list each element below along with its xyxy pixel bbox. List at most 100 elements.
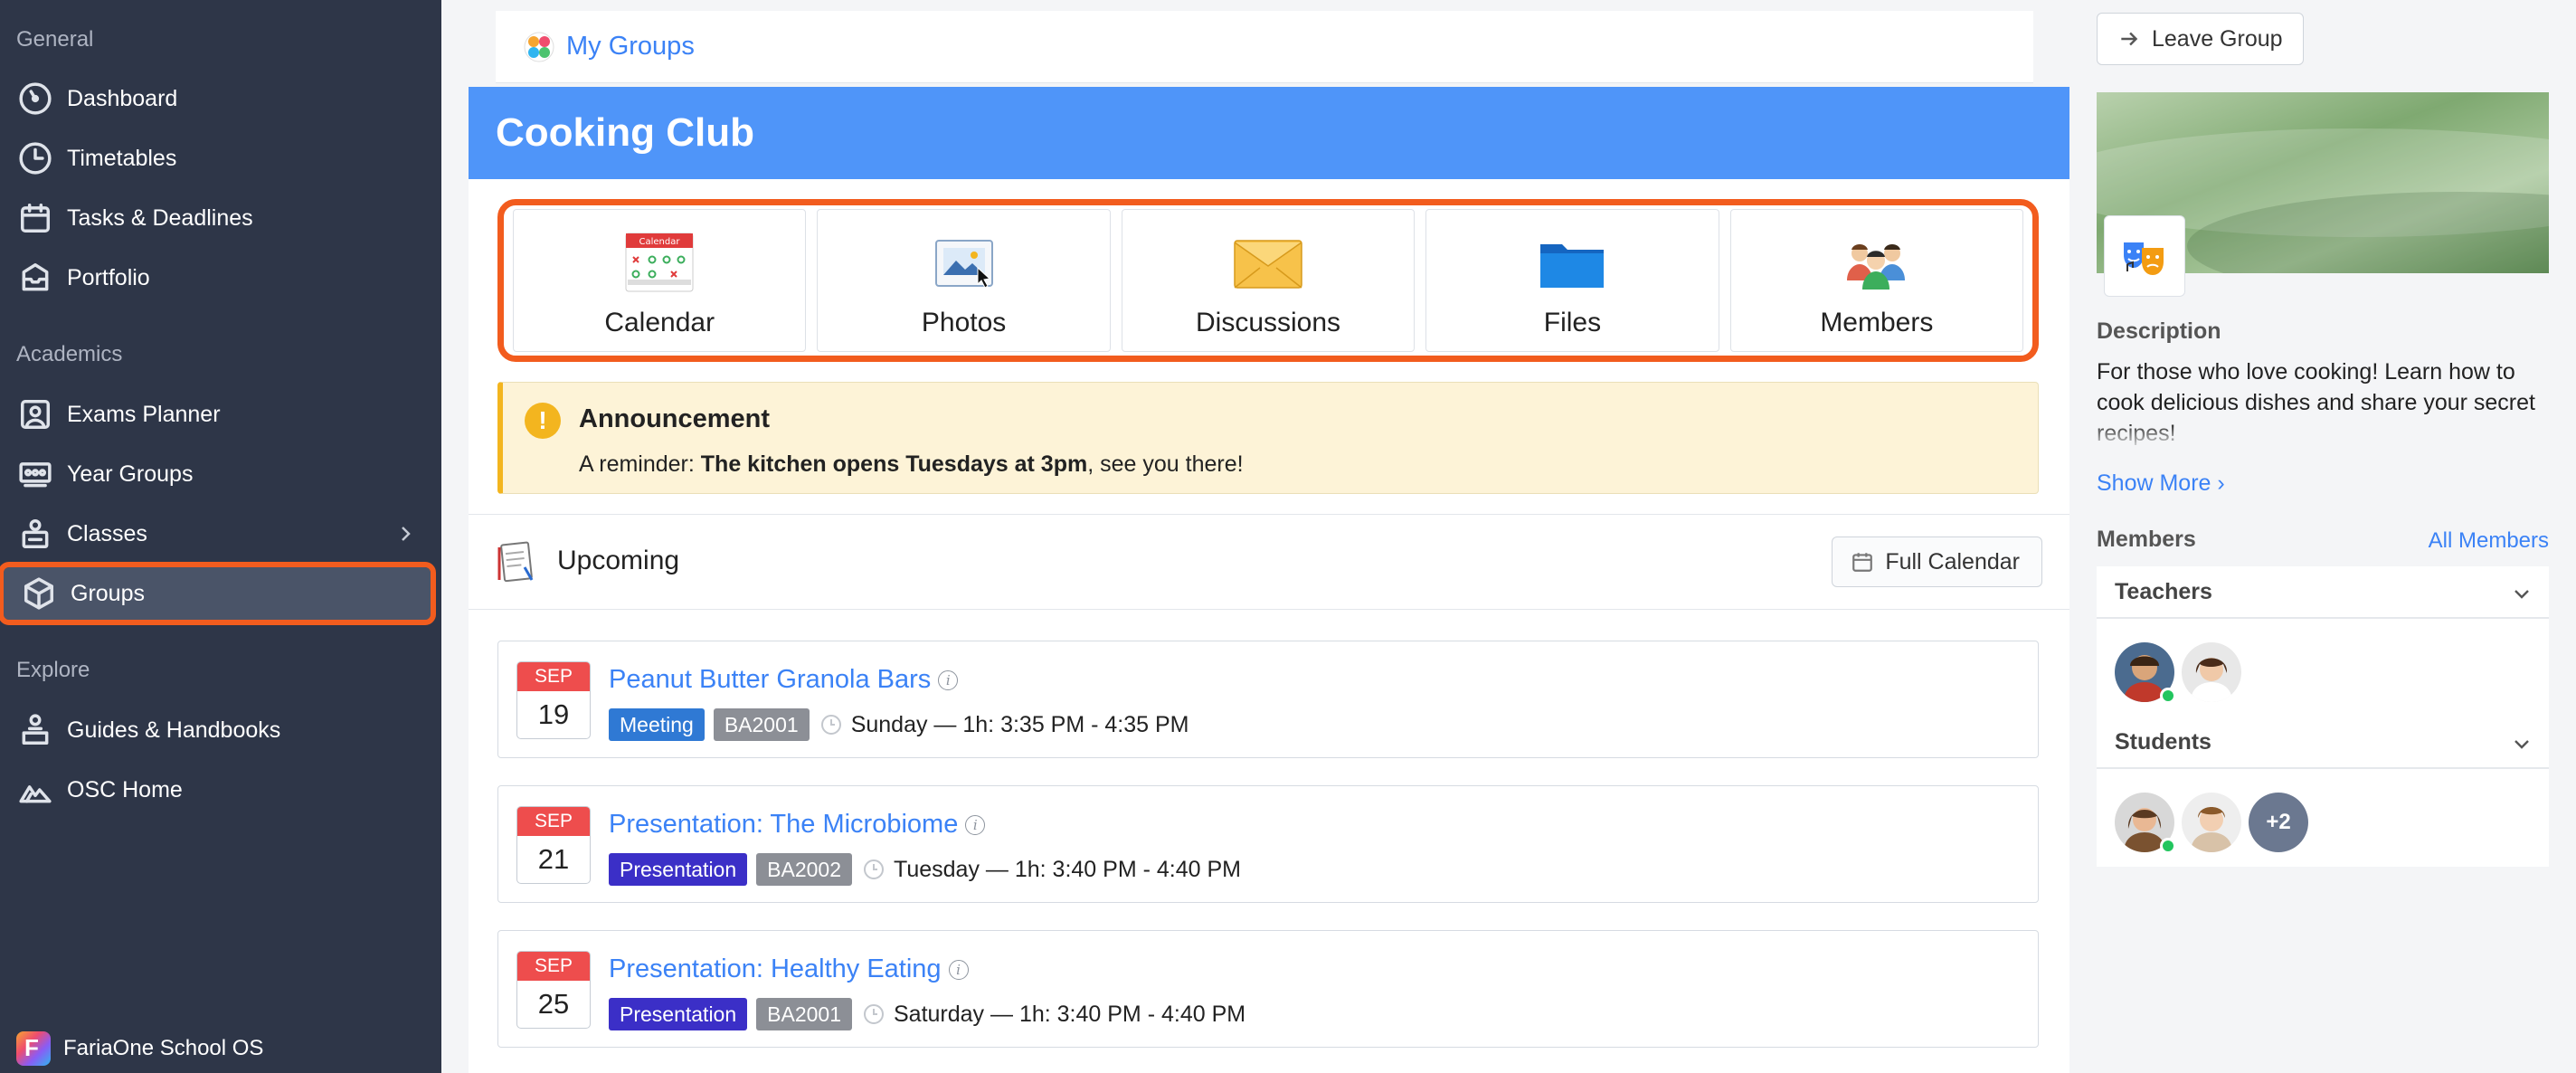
sidebar-item-label: Tasks & Deadlines [67,204,253,231]
description-text: For those who love cooking! Learn how to… [2097,359,2535,446]
students-header[interactable]: Students [2097,717,2549,769]
tool-label: Photos [921,308,1007,337]
event-meta: Meeting BA2001 Sunday — 1h: 3:35 PM - 4:… [609,708,1189,741]
tool-members[interactable]: Members [1729,209,2024,352]
event-day: 19 [537,698,570,730]
event-title[interactable]: Presentation: Healthy Eating i [609,954,969,984]
brand[interactable]: FariaOne School OS [16,1031,263,1066]
tool-calendar[interactable]: Calendar Calendar [513,209,807,352]
sidebar-item-portfolio[interactable]: Portfolio [0,252,441,304]
tool-label: Files [1543,308,1602,337]
full-calendar-button[interactable]: Full Calendar [1832,536,2042,587]
all-members-link[interactable]: All Members [2429,528,2549,554]
sidebar-item-tasks[interactable]: Tasks & Deadlines [0,192,441,244]
announcement-body: A reminder: The kitchen opens Tuesdays a… [579,451,1244,478]
people-icon [1846,244,1905,290]
group-info-panel: Leave Group Description For those who lo… [2069,0,2576,1073]
students-list: +2 [2097,769,2549,867]
brand-label: FariaOne School OS [63,1036,264,1060]
sidebar-item-classes[interactable]: Classes [0,508,441,560]
svg-text:Calendar: Calendar [639,237,681,247]
event-title[interactable]: Presentation: The Microbiome i [609,810,986,840]
full-calendar-label: Full Calendar [1885,548,2020,574]
event-month: SEP [517,662,590,691]
teacher-icon [16,515,54,553]
announcement-suffix: , see you there! [1087,451,1244,477]
event-day: 21 [537,843,570,875]
event-day: 25 [537,988,570,1020]
sidebar-item-label: Timetables [67,145,177,171]
avatar[interactable] [2182,642,2241,702]
breadcrumb: My Groups [496,11,2033,83]
sidebar-item-osc-home[interactable]: OSC Home [0,764,441,816]
chevron-right-icon [394,523,416,545]
students-label: Students [2115,728,2211,755]
event-meta: Presentation BA2001 Saturday — 1h: 3:40 … [609,998,1245,1030]
announcement: ! Announcement A reminder: The kitchen o… [497,382,2039,494]
sidebar-item-label: Portfolio [67,264,150,290]
inbox-icon [16,259,54,297]
event-time: Sunday — 1h: 3:35 PM - 4:35 PM [850,711,1189,737]
leave-group-button[interactable]: Leave Group [2097,13,2304,65]
sidebar: General Dashboard Timetables Tasks & Dea… [0,0,441,1073]
info-icon[interactable]: i [965,815,986,835]
tool-discussions[interactable]: Discussions [1121,209,1416,352]
event-time: Tuesday — 1h: 3:40 PM - 4:40 PM [894,856,1241,882]
event-title[interactable]: Peanut Butter Granola Bars i [609,665,959,695]
event-row: SEP 19 Peanut Butter Granola Bars i Meeti… [497,641,2039,758]
event-month: SEP [517,952,590,981]
event-room-badge: BA2001 [756,998,852,1030]
faria-logo-icon [16,1031,51,1066]
tool-files[interactable]: Files [1425,209,1719,352]
chevron-right-icon: › [2217,470,2225,496]
event-title-text: Peanut Butter Granola Bars [609,665,932,694]
more-members-badge[interactable]: +2 [2249,793,2308,852]
theatre-masks-icon [2124,242,2164,275]
online-status-indicator [2160,838,2176,854]
folder-icon [1540,244,1605,288]
tool-label: Discussions [1195,308,1341,337]
breadcrumb-my-groups[interactable]: My Groups [566,32,695,62]
sidebar-item-groups[interactable]: Groups [0,562,436,625]
sidebar-item-label: Exams Planner [67,401,221,427]
show-more-label: Show More [2097,470,2211,496]
announcement-prefix: A reminder: [579,451,701,477]
event-type-badge: Presentation [609,998,748,1030]
tool-label: Members [1820,308,1934,337]
online-status-indicator [2160,688,2176,704]
info-icon[interactable]: i [948,960,969,980]
sidebar-item-exams-planner[interactable]: Exams Planner [0,388,441,441]
sidebar-item-timetables[interactable]: Timetables [0,132,441,185]
photos-icon [934,240,993,289]
mountain-icon [16,771,54,809]
group-card: Cooking Club Calendar Calendar Photos Di… [469,87,2069,1073]
sidebar-item-dashboard[interactable]: Dashboard [0,72,441,125]
leave-group-label: Leave Group [2152,25,2283,52]
avatar[interactable] [2182,793,2241,852]
teachers-group: Teachers [2097,566,2549,717]
show-more-link[interactable]: Show More › [2097,470,2225,497]
sidebar-item-year-groups[interactable]: Year Groups [0,448,441,500]
sidebar-item-label: Dashboard [67,85,178,111]
event-type-badge: Presentation [609,853,748,886]
announcement-highlight: The kitchen opens Tuesdays at 3pm [700,451,1088,477]
calendar-icon: Calendar [625,233,694,292]
person-board-icon [16,395,54,433]
chevron-down-icon [2514,740,2529,749]
tool-label: Calendar [604,308,715,337]
group-title: Cooking Club [469,87,2069,179]
sidebar-item-guides[interactable]: Guides & Handbooks [0,704,441,756]
tool-photos[interactable]: Photos [817,209,1111,352]
clock-icon [863,859,885,880]
event-date: SEP 19 [516,661,591,739]
info-icon[interactable]: i [938,670,959,690]
section-explore: Explore [16,658,90,682]
sidebar-item-label: Groups [71,580,145,606]
group-avatar [2104,215,2185,297]
teachers-header[interactable]: Teachers [2097,566,2549,619]
main-content: My Groups Cooking Club Calendar Calendar [441,0,2069,1073]
people-book-icon [16,711,54,749]
sidebar-item-label: Classes [67,520,147,546]
event-title-text: Presentation: The Microbiome [609,810,959,839]
notebook-icon [497,541,534,583]
